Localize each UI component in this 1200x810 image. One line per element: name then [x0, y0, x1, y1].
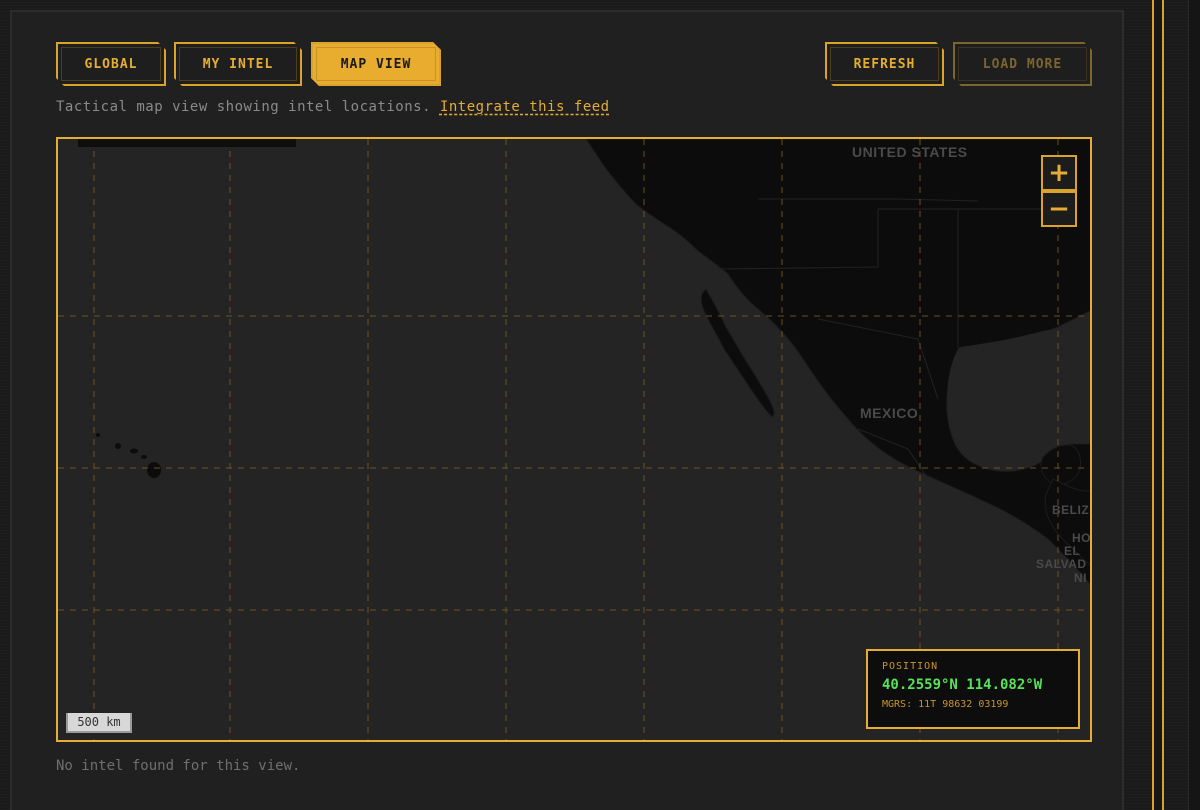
- refresh-button[interactable]: REFRESH: [825, 42, 944, 86]
- description-text: Tactical map view showing intel location…: [56, 99, 432, 115]
- position-readout: POSITION 40.2559°N 114.082°W MGRS: 11T 9…: [866, 649, 1080, 729]
- empty-state-message: No intel found for this view.: [56, 758, 301, 774]
- tab-global-label: GLOBAL: [84, 56, 138, 72]
- plus-icon: +: [1048, 158, 1070, 188]
- zoom-in-button[interactable]: +: [1041, 155, 1077, 191]
- map-description: Tactical map view showing intel location…: [56, 99, 610, 115]
- scrollbar-track[interactable]: [1188, 0, 1200, 810]
- tab-map-view-label: MAP VIEW: [340, 56, 412, 72]
- map-title-bar: [78, 139, 296, 147]
- label-honduras: HO: [1072, 531, 1091, 545]
- side-rail: [1152, 0, 1164, 810]
- tab-my-intel[interactable]: MY INTEL: [174, 42, 302, 86]
- refresh-label: REFRESH: [853, 56, 916, 72]
- label-ni: NI: [1074, 571, 1087, 585]
- load-more-button[interactable]: LOAD MORE: [953, 42, 1092, 86]
- tactical-map[interactable]: UNITED STATES MEXICO BELIZ HO EL SALVAD …: [56, 137, 1092, 742]
- label-united-states: UNITED STATES: [852, 144, 968, 160]
- tab-my-intel-label: MY INTEL: [202, 56, 274, 72]
- label-belize: BELIZ: [1052, 503, 1090, 517]
- position-coordinates: 40.2559°N 114.082°W: [882, 677, 1043, 693]
- tab-global[interactable]: GLOBAL: [56, 42, 166, 86]
- integrate-feed-link[interactable]: Integrate this feed: [440, 99, 610, 115]
- position-mgrs: MGRS: 11T 98632 03199: [882, 699, 1009, 710]
- zoom-out-button[interactable]: −: [1041, 191, 1077, 227]
- position-label: POSITION: [882, 661, 939, 672]
- label-el: EL: [1064, 544, 1081, 558]
- scale-bar: 500 km: [66, 713, 132, 733]
- label-mexico: MEXICO: [860, 405, 919, 421]
- load-more-label: LOAD MORE: [982, 56, 1063, 72]
- label-salvador: SALVAD: [1036, 557, 1087, 571]
- tab-map-view[interactable]: MAP VIEW: [311, 42, 441, 86]
- minus-icon: −: [1048, 194, 1070, 224]
